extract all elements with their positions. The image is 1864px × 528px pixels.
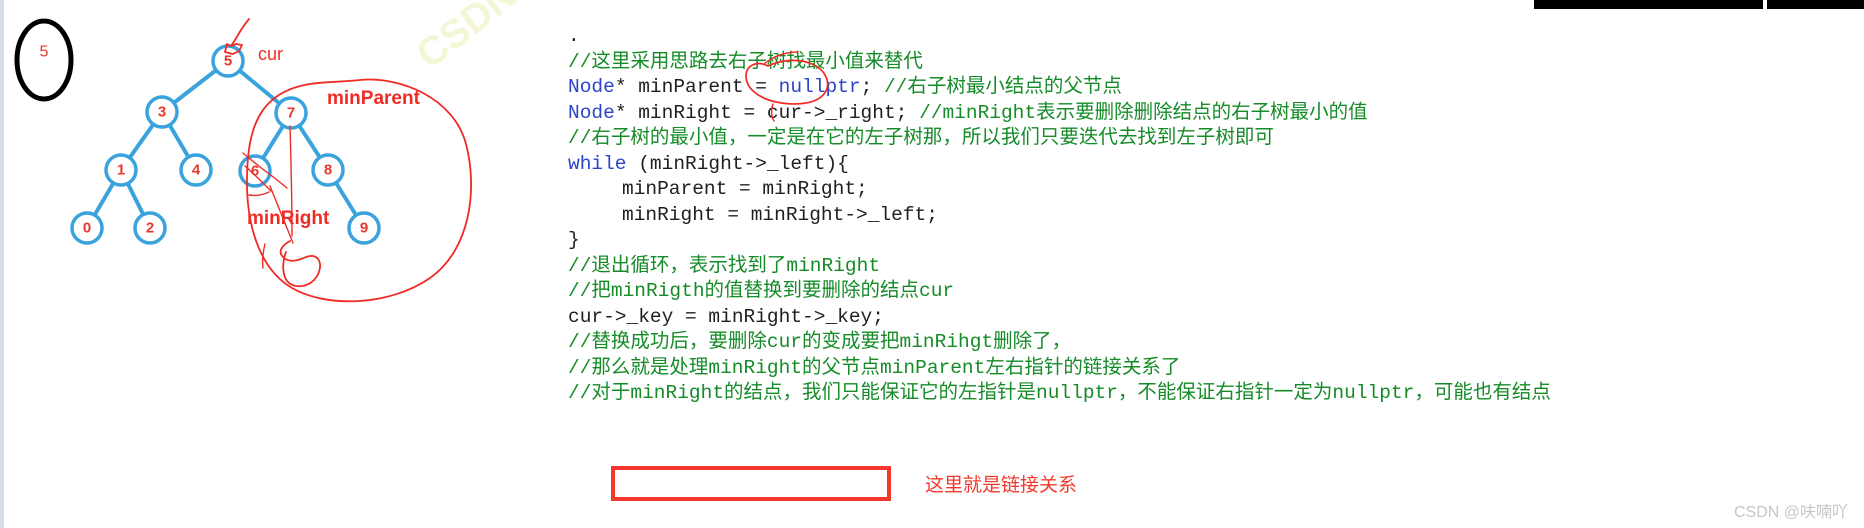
node-label-1: 1 [117,162,125,179]
label-cur: cur [258,44,284,64]
code-token-9-0: //退出循环，表示找到了minRight [568,254,881,277]
highlight-ellipse-group: 5 [14,18,74,102]
ink-tick-left [261,243,266,269]
code-token-2-2: nullptr [778,76,861,98]
node-label-2: 2 [146,220,154,237]
node-label-5: 5 [224,53,232,70]
empty-red-annotation-box [611,466,891,501]
red-box-label: 这里就是链接关系 [925,475,1078,496]
code-line-14: //对于minRight的结点，我们只能保证它的左指针是nullptr，不能保证… [568,381,1864,407]
code-token-14-0: //对于minRight的结点，我们只能保证它的左指针是nullptr，不能保证… [568,382,1551,404]
code-token-2-4: //右子树最小结点的父节点 [883,76,1122,98]
code-token-3-2: //minRight表示要删除删除结点的右子树最小的值 [919,101,1368,124]
code-token-12-0: //替换成功后，要删除cur的变成要把minRihgt删除了， [568,331,1072,353]
tree-node-1: 1 [104,153,138,187]
code-token-3-1: * minRight = cur->_right; [614,101,920,124]
tree-node-2: 2 [133,211,167,245]
code-line-3: Node* minRight = cur->_right; //minRight… [568,101,1864,127]
code-line-6: minParent = minRight; [568,177,1864,203]
ink-underline-6 [248,191,270,197]
code-line-1: //这里采用思路去右子树找最小值来替代 [568,50,1864,76]
node-label-4: 4 [192,162,201,179]
code-block: .//这里采用思路去右子树找最小值来替代 Node* minParent = nu… [568,24,1864,407]
csdn-watermark: CSDN @呋喃吖 [1733,504,1848,521]
node-label-3: 3 [158,104,166,121]
code-line-11: cur->_key = minRight->_key; [568,305,1864,331]
code-line-5: while (minRight->_left){ [568,152,1864,178]
code-token-8-0: } [568,229,580,251]
node-label-7: 7 [287,105,295,122]
label-minright: minRight [247,208,330,229]
code-token-0-0: . [568,25,580,47]
code-line-2: Node* minParent = nullptr; //右子树最小结点的父节点 [568,75,1864,101]
ink-arrow-to-cur [230,18,250,47]
tree-node-3: 3 [145,95,179,129]
node-label-8: 8 [324,162,332,179]
tree-node-0: 0 [70,211,104,245]
node-label-9: 9 [360,220,368,237]
code-token-11-0: cur->_key = minRight->_key; [568,305,884,328]
code-token-7-0: minRight = minRight->_left; [622,203,938,226]
top-black-bar-left [1534,0,1763,9]
tree-node-7: 7 [274,96,308,130]
code-line-9: //退出循环，表示找到了minRight [568,254,1864,280]
code-line-10: //把minRigth的值替换到要删除的结点cur [568,279,1864,305]
node-label-0: 0 [83,220,91,237]
code-line-13: //那么就是处理minRight的父节点minParent左右指针的链接关系了 [568,356,1864,382]
code-line-12: //替换成功后，要删除cur的变成要把minRihgt删除了， [568,330,1864,356]
code-token-6-0: minParent = minRight; [622,178,868,200]
code-token-5-0: while [568,152,627,175]
highlight-ellipse-value: 5 [40,44,49,61]
label-minparent: minParent [327,88,420,109]
code-line-8: } [568,228,1864,254]
screenshot-root: .edge { stroke:#3aa3dd; stroke-width:4; … [0,0,1864,528]
bst-diagram: .edge { stroke:#3aa3dd; stroke-width:4; … [0,0,570,330]
code-line-7: minRight = minRight->_left; [568,203,1864,229]
tree-node-8: 8 [311,153,345,187]
code-token-5-1: (minRight->_left){ [626,152,849,175]
code-token-2-0: Node [568,76,615,98]
code-token-1-0: //这里采用思路去右子树找最小值来替代 [568,50,923,73]
code-line-0: . [568,24,1864,50]
diagram-watermark: CSDN [408,0,524,77]
code-token-10-0: //把minRigth的值替换到要删除的结点cur [568,280,955,302]
code-token-2-1: * minParent = [614,76,779,98]
code-token-3-0: Node [568,101,615,124]
ink-blob-minright [279,240,321,288]
tree-node-4: 4 [179,153,213,187]
code-token-4-0: //右子树的最小值，一定是在它的左子树那，所以我们只要迭代去找到左子树即可 [568,127,1274,149]
tree-nodes: 5 3 7 1 4 6 8 0 2 9 [70,44,381,245]
tree-node-9: 9 [347,211,381,245]
tree-edges [85,59,366,230]
code-token-13-0: //那么就是处理minRight的父节点minParent左右指针的链接关系了 [568,356,1181,379]
code-line-4: //右子树的最小值，一定是在它的左子树那，所以我们只要迭代去找到左子树即可 [568,126,1864,152]
top-black-bar-right [1767,0,1864,9]
code-token-2-3: ; [860,76,884,98]
diagram-watermark-text: CSDN [408,0,524,77]
